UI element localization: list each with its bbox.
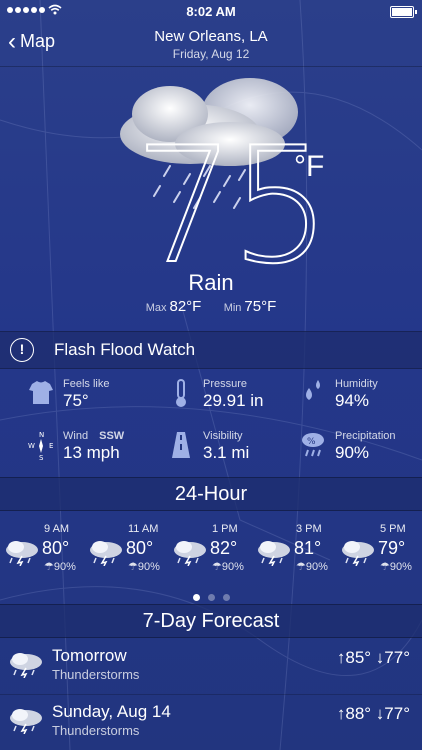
min-temp: 75°F [244, 298, 277, 315]
navigation-bar: ‹ Map New Orleans, LA Friday, Aug 12 [0, 22, 422, 67]
weather-alert-banner[interactable]: ! Flash Flood Watch [0, 331, 422, 369]
hour-precip: ☂90% [128, 561, 160, 573]
hour-temp: 80° [42, 538, 70, 558]
rain-cloud-icon: % [302, 433, 324, 457]
max-label: Max [145, 302, 167, 314]
forecast-row[interactable]: Tomorrow Thunderstorms ↑85° ↓77° [0, 638, 422, 695]
detail-precipitation: % Precipitation 90% [272, 422, 412, 472]
hour-precip: ☂90% [44, 561, 76, 573]
hour-temp: 80° [126, 538, 154, 558]
thunderstorm-icon [10, 653, 42, 678]
compass-icon: N S W E [28, 431, 53, 460]
thunderstorm-icon [258, 541, 290, 566]
detail-label: Visibility [203, 430, 243, 442]
thunderstorm-icon [174, 541, 206, 566]
svg-text:E: E [49, 442, 53, 450]
condition-text: Rain [188, 270, 234, 295]
hour-time: 5 PM [380, 523, 406, 535]
nav-title: New Orleans, LA Friday, Aug 12 [0, 28, 422, 61]
min-label: Min [223, 302, 242, 314]
detail-label: Pressure [203, 378, 248, 390]
detail-feels-like: Feels like 75° [0, 370, 140, 420]
forecast-high-low: ↑88° ↓77° [336, 704, 410, 723]
city-name: New Orleans, LA [154, 28, 268, 45]
hour-time: 1 PM [212, 523, 238, 535]
hourly-item: 9 AM 80° ☂90% [0, 516, 84, 582]
detail-wind: N S W E Wind SSW 13 mph [0, 422, 140, 472]
hour-time: 11 AM [128, 523, 159, 535]
page-dot[interactable] [207, 594, 215, 601]
hour-time: 3 PM [296, 523, 322, 535]
max-temp: 82°F [169, 298, 202, 315]
detail-humidity: Humidity 94% [272, 370, 412, 420]
thunderstorm-icon [10, 709, 42, 734]
svg-text:%: % [307, 437, 316, 447]
details-grid: Feels like 75° Pressure 29.91 in Humidit… [0, 370, 422, 478]
thermometer-icon [176, 379, 186, 407]
max-min-temps: Max 82°F Min 75°F [0, 298, 422, 315]
forecast-day: Sunday, Aug 14 [52, 702, 171, 721]
alert-text: Flash Flood Watch [54, 340, 196, 359]
detail-label: Humidity [335, 378, 378, 390]
detail-value: 90% [335, 443, 370, 462]
detail-value: 29.91 in [203, 391, 264, 410]
detail-pressure: Pressure 29.91 in [140, 370, 280, 420]
svg-text:N: N [39, 431, 44, 439]
forecast-section-header: 7-Day Forecast [0, 604, 422, 638]
temperature-unit: °F [294, 150, 325, 183]
forecast-row[interactable]: Sunday, Aug 14 Thunderstorms ↑88° ↓77° [0, 694, 422, 750]
alert-icon: ! [10, 338, 34, 362]
detail-value: 3.1 mi [203, 443, 250, 462]
detail-value: 75° [63, 391, 89, 410]
hour-precip: ☂90% [212, 561, 244, 573]
detail-value: 94% [335, 391, 370, 410]
hourly-forecast-strip[interactable]: 9 AM 80° ☂90% 11 AM 80° ☂90% 1 PM 82° ☂9… [0, 516, 422, 584]
hourly-item: 11 AM 80° ☂90% [84, 516, 168, 582]
hour-precip: ☂90% [380, 561, 412, 573]
forecast-condition: Thunderstorms [52, 723, 140, 738]
current-date: Friday, Aug 12 [172, 47, 250, 61]
svg-text:S: S [39, 454, 44, 460]
wind-direction: SSW [99, 430, 125, 442]
current-conditions: 75 °F Rain Max 82°F Min 75°F [0, 66, 422, 331]
hourly-item: 3 PM 81° ☂90% [252, 516, 336, 582]
forecast-condition: Thunderstorms [52, 667, 140, 682]
droplets-icon [306, 380, 320, 400]
battery-icon [390, 6, 417, 18]
page-dot[interactable] [192, 594, 200, 601]
status-time: 8:02 AM [186, 4, 236, 19]
hourly-section-header: 24-Hour [0, 477, 422, 511]
hour-temp: 79° [378, 538, 406, 558]
detail-value: 13 mph [63, 443, 120, 462]
thunderstorm-icon [6, 541, 38, 566]
road-icon [172, 432, 190, 458]
page-dot[interactable] [222, 594, 230, 601]
hour-temp: 81° [294, 538, 322, 558]
detail-label: Wind SSW [63, 430, 125, 442]
detail-label: Feels like [63, 378, 110, 390]
hourly-item: 1 PM 82° ☂90% [168, 516, 252, 582]
hourly-item: 5 PM 79° ☂90% [336, 516, 420, 582]
hour-time: 9 AM [44, 523, 70, 535]
hour-temp: 82° [210, 538, 238, 558]
detail-visibility: Visibility 3.1 mi [140, 422, 280, 472]
forecast-high-low: ↑85° ↓77° [336, 648, 410, 667]
thunderstorm-icon [90, 541, 122, 566]
forecast-day: Tomorrow [52, 646, 127, 665]
thunderstorm-icon [342, 541, 374, 566]
hour-precip: ☂90% [296, 561, 328, 573]
status-bar: 8:02 AM [0, 0, 422, 22]
shirt-icon [29, 381, 53, 404]
svg-text:W: W [28, 442, 35, 450]
detail-label: Precipitation [335, 430, 396, 442]
